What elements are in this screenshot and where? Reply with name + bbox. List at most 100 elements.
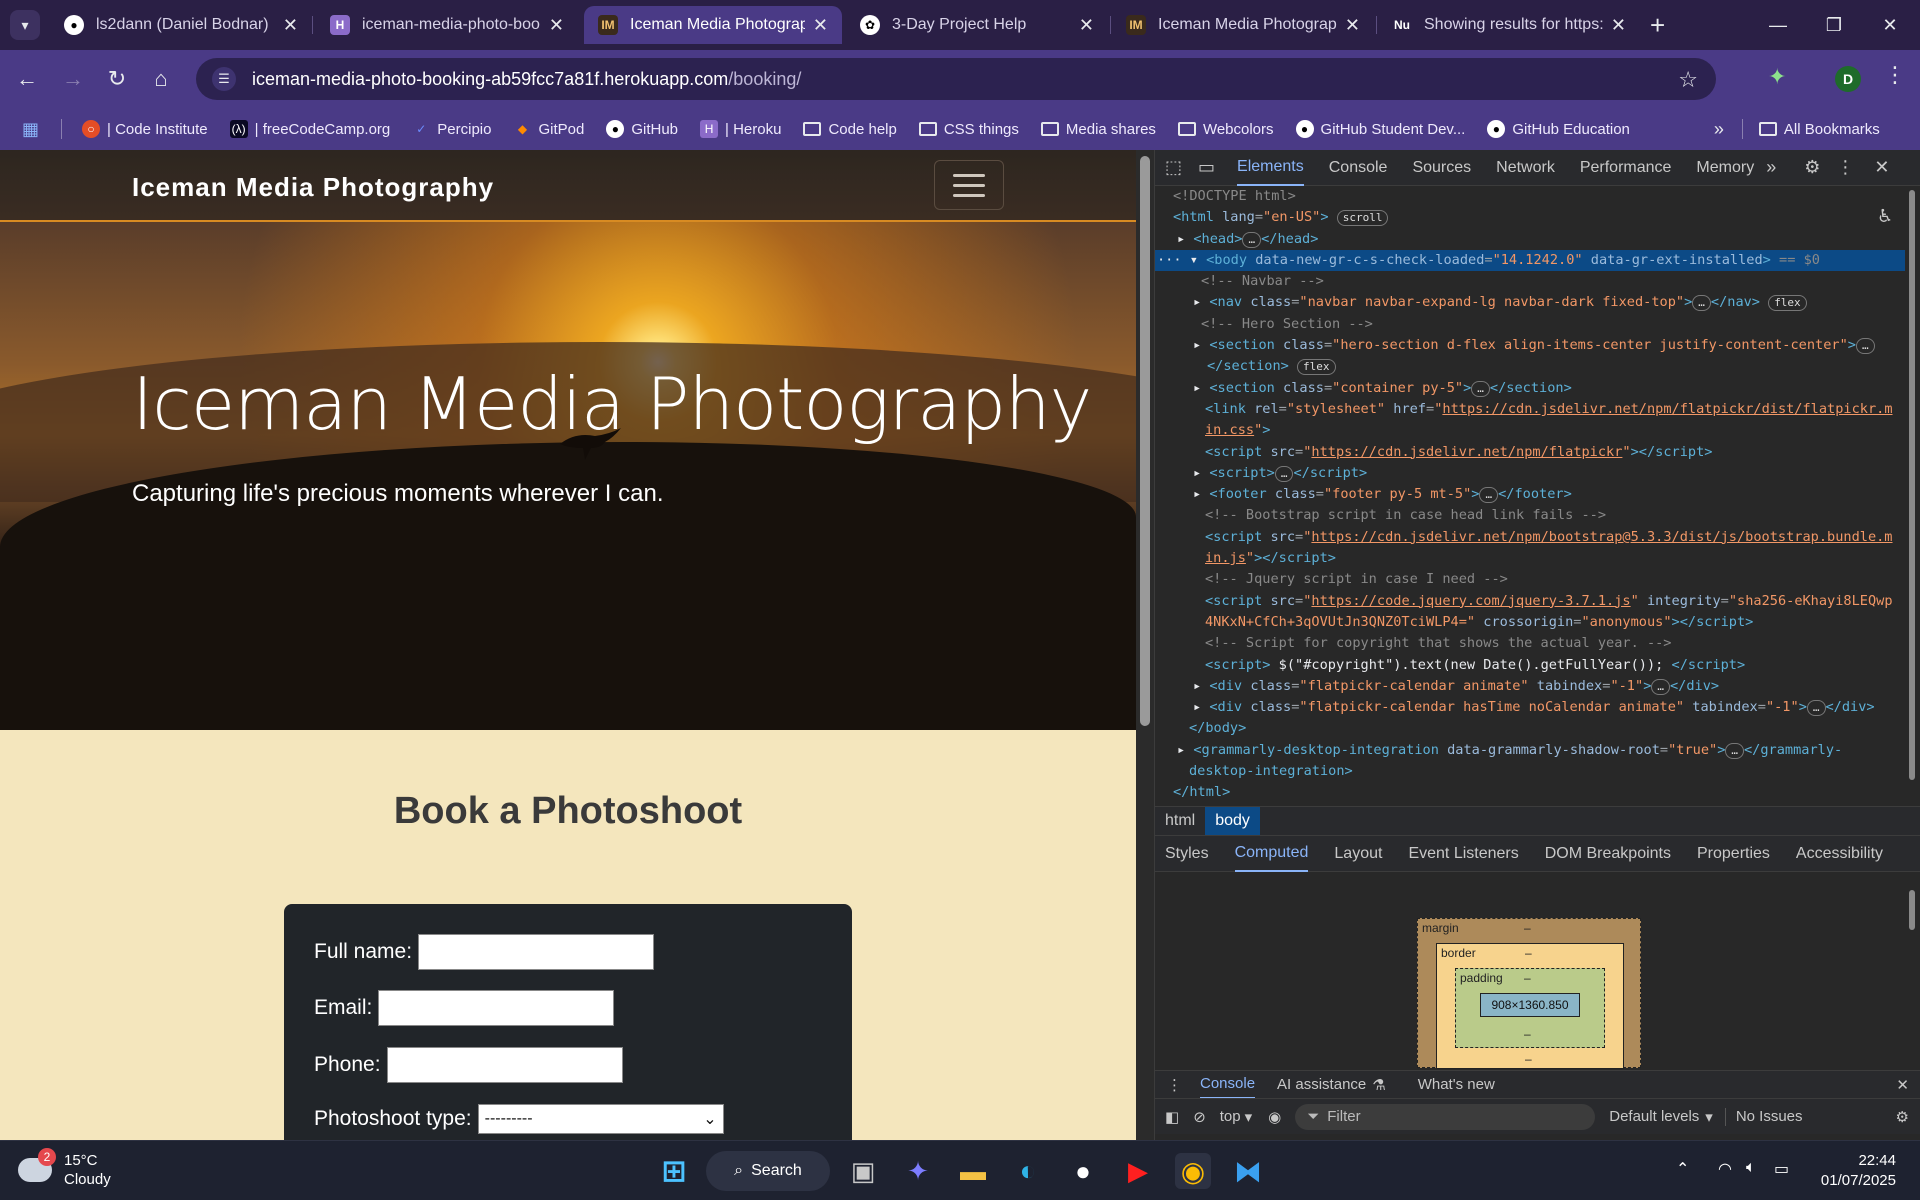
dom-node[interactable]: ▸ <footer class="footer py-5 mt-5">… </fo… [1155,484,1905,505]
bookmark-star-icon[interactable]: ☆ [1678,67,1698,93]
more-bookmarks-icon[interactable]: » [1714,119,1724,140]
dom-node[interactable]: <script src="https://cdn.jsdelivr.net/np… [1155,442,1905,463]
computed-scrollbar[interactable] [1907,880,1917,1060]
bookmark-github-student[interactable]: ● GitHub Student Dev... [1295,120,1465,138]
youtube-icon[interactable]: ▶ [1120,1153,1156,1189]
weather-widget[interactable]: 2 15°C Cloudy [18,1148,111,1189]
devtools-tab-sources[interactable]: Sources [1412,150,1471,186]
drawer-menu-icon[interactable]: ⋮ [1167,1076,1182,1094]
dom-node[interactable]: <!-- Bootstrap script in case head link … [1155,505,1905,526]
box-model-margin[interactable]: margin – border – padding – 908×1360.850… [1417,918,1641,1069]
more-tabs-icon[interactable]: » [1766,157,1776,178]
bookmark-code-institute[interactable]: ○ | Code Institute [82,120,208,138]
navbar-toggler-button[interactable] [934,160,1004,210]
minimize-button[interactable]: — [1750,0,1806,50]
box-model-content[interactable]: 908×1360.850 [1480,993,1580,1017]
address-bar[interactable]: ☰ iceman-media-photo-booking-ab59fcc7a81… [196,58,1716,100]
box-model-border[interactable]: border – padding – 908×1360.850 – – [1436,943,1624,1069]
issues-counter[interactable]: No Issues [1736,1108,1803,1125]
dom-node[interactable]: <!-- Hero Section --> [1155,314,1905,335]
dom-node[interactable]: ▸ <div class="flatpickr-calendar hasTime… [1155,697,1905,718]
apps-grid-icon[interactable]: ▦ [22,119,39,140]
dom-tree-scrollbar[interactable] [1907,190,1917,800]
maximize-button[interactable]: ❐ [1806,0,1862,50]
devtools-tab-memory[interactable]: Memory [1696,150,1754,186]
log-levels-dropdown[interactable]: Default levels [1609,1108,1699,1125]
tab-properties[interactable]: Properties [1697,836,1770,872]
scrollbar-thumb[interactable] [1909,190,1915,780]
console-filter-input[interactable]: ⏷ Filter [1295,1103,1596,1130]
devtools-tab-console[interactable]: Console [1329,150,1388,186]
dom-node[interactable]: 4NKxN+CfCh+3qOVUtJn3QNZ0TciWLP4=" crosso… [1155,612,1905,633]
window-close-button[interactable]: ✕ [1862,0,1918,50]
browser-tab[interactable]: H iceman-media-photo-boo ✕ [316,6,578,44]
inspect-element-icon[interactable]: ⬚ [1165,157,1182,178]
profile-avatar[interactable]: D [1835,66,1861,92]
console-settings-icon[interactable]: ⚙ [1896,1108,1909,1126]
windows-start-icon[interactable]: ⊞ [656,1153,692,1189]
tab-styles[interactable]: Styles [1165,836,1209,872]
email-input[interactable] [378,990,615,1026]
all-bookmarks-button[interactable]: All Bookmarks [1758,121,1880,138]
bookmark-heroku[interactable]: H | Heroku [700,120,781,138]
browser-menu-icon[interactable]: ⋮ [1884,62,1906,88]
tab-search-button[interactable]: ▾ [10,10,40,40]
browser-tab[interactable]: IM Iceman Media Photograph ✕ [1112,6,1374,44]
dom-node[interactable]: in.css"> [1155,420,1905,441]
tab-computed[interactable]: Computed [1234,836,1309,872]
bookmark-github-education[interactable]: ● GitHub Education [1487,120,1630,138]
breadcrumb-body[interactable]: body [1205,807,1260,835]
close-icon[interactable]: ✕ [1079,15,1094,36]
devtools-menu-icon[interactable]: ⋮ [1836,157,1854,178]
tab-layout[interactable]: Layout [1334,836,1382,872]
devtools-tab-network[interactable]: Network [1496,150,1555,186]
close-icon[interactable]: ✕ [813,15,828,36]
drawer-tab-ai-assistance[interactable]: AI assistance [1277,1076,1366,1093]
devtools-tab-elements[interactable]: Elements [1237,150,1304,186]
dom-node[interactable]: desktop-integration> [1155,761,1905,782]
bookmark-folder-code-help[interactable]: Code help [803,121,897,138]
bookmark-github[interactable]: ● GitHub [606,120,678,138]
box-model-padding[interactable]: padding – 908×1360.850 – [1455,968,1605,1048]
accessibility-icon[interactable]: ♿ [1877,206,1893,227]
tab-accessibility[interactable]: Accessibility [1796,836,1883,872]
clock[interactable]: 22:44 01/07/2025 [1796,1151,1896,1191]
full-name-input[interactable] [418,934,655,970]
dom-node[interactable]: </body> [1155,718,1905,739]
settings-gear-icon[interactable]: ⚙ [1804,157,1820,178]
close-icon[interactable]: ✕ [1611,15,1626,36]
back-button[interactable]: ← [12,64,42,94]
dom-node[interactable]: </html> [1155,782,1905,803]
github-desktop-icon[interactable]: ● [1065,1153,1101,1189]
dom-node[interactable]: <script src="https://code.jquery.com/jqu… [1155,591,1905,612]
dom-node[interactable]: <!-- Navbar --> [1155,271,1905,292]
dom-node[interactable]: ▸ <script>… </script> [1155,463,1905,484]
drawer-tab-whats-new[interactable]: What's new [1418,1076,1495,1093]
close-icon[interactable]: ✕ [283,15,298,36]
dom-node-selected[interactable]: ··· ▾ <body data-new-gr-c-s-check-loaded… [1155,249,1905,272]
dom-node[interactable]: <html lang="en-US"> scroll [1155,207,1905,228]
dom-node[interactable]: ▸ <head>… </head> [1155,229,1905,250]
new-tab-button[interactable]: + [1650,10,1665,40]
bookmark-gitpod[interactable]: ◆ GitPod [513,120,584,138]
file-explorer-icon[interactable]: ▬ [955,1153,991,1189]
device-toolbar-icon[interactable]: ▭ [1198,157,1215,178]
dom-node[interactable]: <!DOCTYPE html> [1155,186,1905,207]
copilot-icon[interactable]: ✦ [900,1153,936,1189]
dom-node[interactable]: ▸ <div class="flatpickr-calendar animate… [1155,676,1905,697]
dom-node[interactable]: <link rel="stylesheet" href="https://cdn… [1155,399,1905,420]
tab-event-listeners[interactable]: Event Listeners [1408,836,1518,872]
sidebar-toggle-icon[interactable]: ◧ [1165,1108,1179,1126]
wifi-icon[interactable]: ◠ [1718,1159,1732,1179]
battery-icon[interactable]: ▭ [1774,1159,1789,1179]
drawer-tab-console[interactable]: Console [1200,1071,1256,1099]
page-scrollbar[interactable] [1136,150,1154,1140]
dom-node[interactable]: <script> $("#copyright").text(new Date()… [1155,655,1905,676]
tab-dom-breakpoints[interactable]: DOM Breakpoints [1545,836,1671,872]
dom-node[interactable]: ▸ <section class="container py-5">… </sec… [1155,378,1905,399]
dom-node[interactable]: </section> flex [1155,356,1905,377]
eye-icon[interactable]: ◉ [1268,1108,1281,1126]
devtools-tab-performance[interactable]: Performance [1580,150,1672,186]
dom-node[interactable]: ▸ <nav class="navbar navbar-expand-lg na… [1155,292,1905,313]
dom-node[interactable]: ▸ <section class="hero-section d-flex al… [1155,335,1905,356]
